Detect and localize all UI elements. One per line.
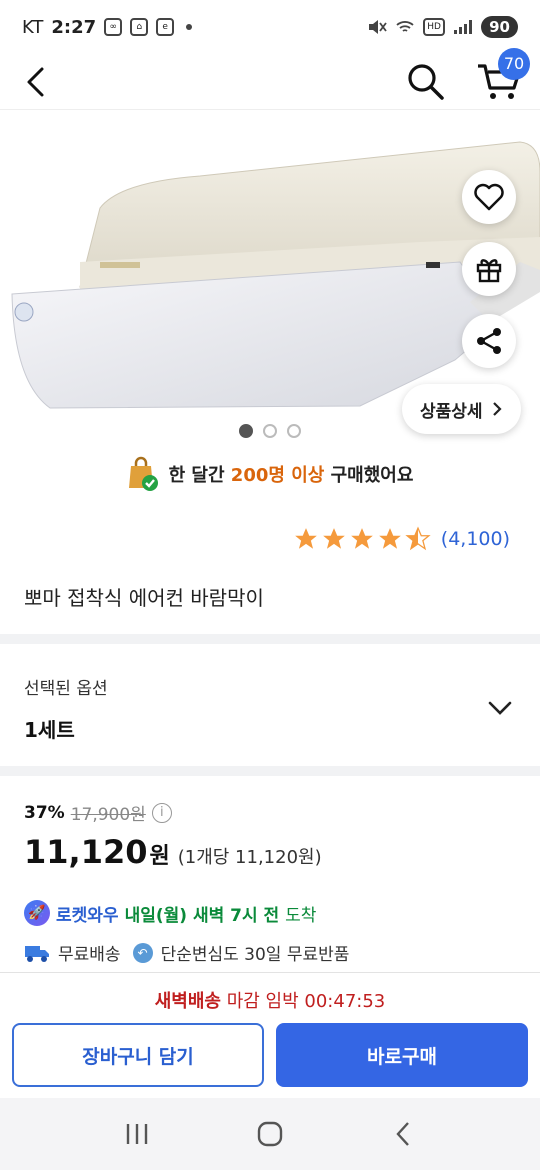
share-button[interactable] bbox=[462, 314, 516, 368]
dawn-delivery-label: 새벽배송 bbox=[154, 991, 221, 1012]
delivery-deadline: 새벽배송 마감 임박 00:47:53 bbox=[0, 987, 540, 1013]
more-notifications-icon bbox=[186, 24, 193, 30]
return-policy-label: 단순변심도 30일 무료반품 bbox=[160, 945, 350, 965]
search-icon[interactable] bbox=[404, 60, 446, 102]
product-detail-label: 상품상세 bbox=[420, 401, 483, 422]
rating-row[interactable]: (4,100) bbox=[293, 526, 510, 552]
deadline-countdown: 마감 임박 00:47:53 bbox=[226, 991, 386, 1012]
option-value: 1세트 bbox=[24, 718, 75, 742]
info-icon[interactable]: i bbox=[151, 802, 172, 823]
system-back-button[interactable] bbox=[383, 1114, 423, 1154]
arrival-suffix: 도착 bbox=[285, 905, 317, 926]
chevron-down-icon[interactable] bbox=[486, 694, 514, 722]
price-section: 37% 17,900원 i 11,120 원 (1개당 11,120원) bbox=[24, 800, 524, 871]
side-actions bbox=[462, 170, 516, 368]
purchase-highlight: 200명 이상 bbox=[230, 465, 325, 486]
option-selector[interactable]: 선택된 옵션 1세트 bbox=[0, 658, 540, 766]
review-count-link[interactable]: (4,100) bbox=[441, 528, 510, 550]
discount-rate: 37% bbox=[24, 802, 65, 823]
add-to-cart-button[interactable]: 장바구니 담기 bbox=[12, 1023, 264, 1087]
rocket-wow-label: 로켓와우 bbox=[56, 905, 119, 926]
original-price: 17,900원 bbox=[70, 805, 146, 825]
recent-apps-icon bbox=[126, 1124, 147, 1144]
home-button[interactable] bbox=[250, 1114, 290, 1154]
buy-now-button[interactable]: 바로구매 bbox=[276, 1023, 528, 1087]
home-notification-icon: ⌂ bbox=[130, 18, 149, 36]
star-icon bbox=[294, 528, 317, 549]
status-bar: KT 2:27 ∞ ⌂ e HD 90 bbox=[0, 0, 540, 54]
home-icon bbox=[257, 1121, 283, 1147]
battery-indicator: 90 bbox=[481, 16, 518, 38]
back-arrow-icon bbox=[396, 1122, 410, 1146]
unit-price: (1개당 11,120원) bbox=[177, 847, 322, 868]
purchase-count-banner: 한 달간 200명 이상 구매했어요 bbox=[0, 456, 540, 492]
purchase-suffix: 구매했어요 bbox=[330, 465, 414, 486]
option-label: 선택된 옵션 bbox=[24, 679, 108, 699]
purchase-panel: 새벽배송 마감 임박 00:47:53 장바구니 담기 바로구매 bbox=[0, 972, 540, 1098]
half-star-icon bbox=[405, 526, 431, 551]
pagination-dot[interactable] bbox=[239, 424, 253, 438]
rocket-icon: 🚀 bbox=[24, 900, 50, 926]
cart-count-badge: 70 bbox=[498, 48, 530, 80]
top-nav: 70 bbox=[0, 48, 540, 110]
wifi-icon bbox=[396, 21, 414, 32]
pagination-dot[interactable] bbox=[263, 424, 277, 438]
section-divider bbox=[0, 766, 540, 776]
gallery-pagination bbox=[0, 424, 540, 438]
signal-icon bbox=[454, 20, 473, 34]
heart-icon bbox=[474, 183, 504, 211]
share-icon bbox=[477, 328, 501, 354]
notification-icon: ∞ bbox=[104, 18, 123, 36]
gift-icon bbox=[476, 259, 502, 283]
pagination-dot[interactable] bbox=[287, 424, 301, 438]
shipping-info: 무료배송 ↶ 단순변심도 30일 무료반품 bbox=[24, 940, 349, 965]
hd-icon: HD bbox=[423, 18, 446, 36]
shopping-bag-icon bbox=[128, 456, 158, 491]
star-icon bbox=[350, 528, 373, 549]
arrival-date: 내일(월) 새벽 7시 전 bbox=[124, 905, 280, 926]
return-icon: ↶ bbox=[132, 942, 153, 963]
truck-icon bbox=[25, 945, 49, 962]
sale-price: 11,120 bbox=[24, 833, 148, 871]
mute-icon bbox=[369, 20, 387, 34]
free-shipping-label: 무료배송 bbox=[58, 945, 121, 965]
chevron-right-icon bbox=[492, 402, 502, 416]
carrier-label: KT bbox=[22, 16, 44, 38]
eats-icon: e bbox=[156, 18, 175, 36]
purchase-prefix: 한 달간 bbox=[168, 465, 225, 486]
clock: 2:27 bbox=[51, 16, 97, 38]
gift-button[interactable] bbox=[462, 242, 516, 296]
wishlist-button[interactable] bbox=[462, 170, 516, 224]
recent-apps-button[interactable] bbox=[117, 1114, 157, 1154]
star-rating bbox=[293, 526, 431, 552]
currency-label: 원 bbox=[149, 844, 170, 869]
delivery-info: 🚀 로켓와우 내일(월) 새벽 7시 전 도착 bbox=[24, 900, 316, 926]
star-icon bbox=[322, 528, 345, 549]
product-title: 뽀마 접착식 에어컨 바람막이 bbox=[24, 586, 264, 610]
star-icon bbox=[378, 528, 401, 549]
system-navigation-bar bbox=[0, 1098, 540, 1170]
section-divider bbox=[0, 634, 540, 644]
back-icon[interactable] bbox=[18, 64, 54, 100]
